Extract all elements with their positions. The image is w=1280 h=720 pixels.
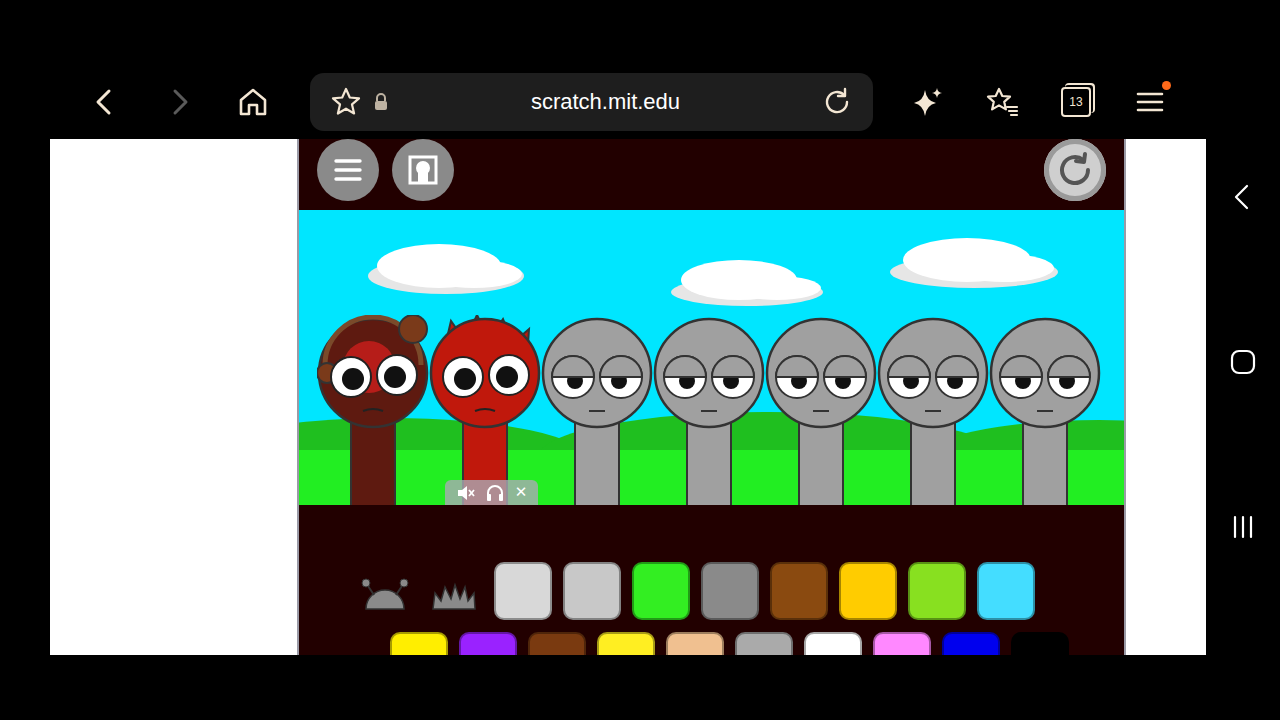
palette-item[interactable] — [563, 562, 621, 620]
palette-row — [299, 505, 1124, 620]
character[interactable] — [877, 315, 989, 505]
game-toolbar — [299, 139, 1124, 210]
palette-item[interactable] — [597, 632, 655, 655]
palette-item[interactable] — [942, 632, 1000, 655]
browser-toolbar: scratch.mit.edu 13 — [0, 0, 1206, 139]
character[interactable] — [989, 315, 1101, 505]
avatar-button[interactable] — [392, 139, 454, 201]
palette-item[interactable] — [459, 632, 517, 655]
forward-arrow-icon — [162, 85, 196, 119]
palette-item[interactable] — [528, 632, 586, 655]
url-text: scratch.mit.edu — [398, 89, 813, 115]
tabs-button[interactable]: 13 — [1051, 77, 1101, 127]
nav-back-button[interactable] — [1226, 180, 1260, 214]
bookmark-list-icon — [985, 85, 1019, 119]
ai-sparkle-button[interactable] — [903, 77, 953, 127]
home-button[interactable] — [228, 77, 278, 127]
palette-item[interactable] — [873, 632, 931, 655]
home-icon — [236, 85, 270, 119]
palette-item[interactable] — [977, 562, 1035, 620]
home-square-icon — [1226, 345, 1260, 379]
back-arrow-icon — [88, 85, 122, 119]
cloud-icon — [671, 260, 823, 306]
character[interactable] — [765, 315, 877, 505]
cloud-icon — [368, 244, 524, 294]
headphones-icon[interactable] — [485, 484, 505, 502]
palette-item[interactable] — [701, 562, 759, 620]
address-bar[interactable]: scratch.mit.edu — [310, 73, 873, 131]
palette-item[interactable] — [735, 632, 793, 655]
palette-item[interactable] — [839, 562, 897, 620]
recents-icon — [1226, 510, 1260, 544]
palette-item[interactable] — [666, 632, 724, 655]
reload-icon[interactable] — [821, 86, 853, 118]
game-menu-button[interactable] — [317, 139, 379, 201]
palette-item[interactable] — [632, 562, 690, 620]
palette-item[interactable] — [908, 562, 966, 620]
tabs-count: 13 — [1069, 96, 1082, 108]
cloud-icon — [890, 238, 1058, 288]
phone-screen: scratch.mit.edu 13 ✕ — [0, 0, 1280, 720]
palette-item[interactable] — [804, 632, 862, 655]
character-palette — [299, 505, 1124, 655]
palette-item[interactable] — [1011, 632, 1069, 655]
palette-item[interactable] — [494, 562, 552, 620]
sparkle-icon — [911, 85, 945, 119]
browser-menu-button[interactable] — [1125, 77, 1175, 127]
close-button[interactable]: ✕ — [515, 485, 528, 500]
character-controls: ✕ — [445, 480, 538, 505]
palette-item[interactable] — [770, 562, 828, 620]
bookmark-star-icon[interactable] — [330, 86, 362, 118]
dome-icon — [360, 571, 410, 611]
palette-item[interactable] — [390, 632, 448, 655]
reset-arrow-icon — [1055, 150, 1095, 190]
browser-window: scratch.mit.edu 13 ✕ — [0, 0, 1206, 720]
portrait-icon — [407, 154, 439, 186]
game-stage: ✕ — [297, 139, 1126, 655]
forward-button[interactable] — [154, 77, 204, 127]
palette-item[interactable] — [425, 562, 483, 620]
notification-dot — [1162, 81, 1171, 90]
page-row: ✕ — [0, 139, 1206, 655]
menu-lines-icon — [333, 155, 363, 185]
hamburger-icon — [1133, 85, 1167, 119]
back-chevron-icon — [1226, 180, 1260, 214]
reset-button[interactable] — [1044, 139, 1106, 201]
palette-row — [299, 620, 1124, 655]
lock-icon — [372, 92, 390, 112]
system-navigation — [1206, 0, 1280, 720]
spikes-icon — [429, 571, 479, 611]
tabs-count-icon: 13 — [1061, 87, 1091, 117]
palette-item[interactable] — [356, 562, 414, 620]
character-row — [299, 210, 1124, 505]
web-page: ✕ — [50, 139, 1206, 655]
mute-icon[interactable] — [456, 484, 476, 502]
bookmarks-button[interactable] — [977, 77, 1027, 127]
nav-home-button[interactable] — [1226, 345, 1260, 379]
character[interactable] — [541, 315, 653, 505]
back-button[interactable] — [80, 77, 130, 127]
character[interactable] — [429, 315, 541, 505]
game-scene: ✕ — [299, 210, 1124, 505]
character[interactable] — [653, 315, 765, 505]
character[interactable] — [317, 315, 429, 505]
nav-recents-button[interactable] — [1226, 510, 1260, 544]
